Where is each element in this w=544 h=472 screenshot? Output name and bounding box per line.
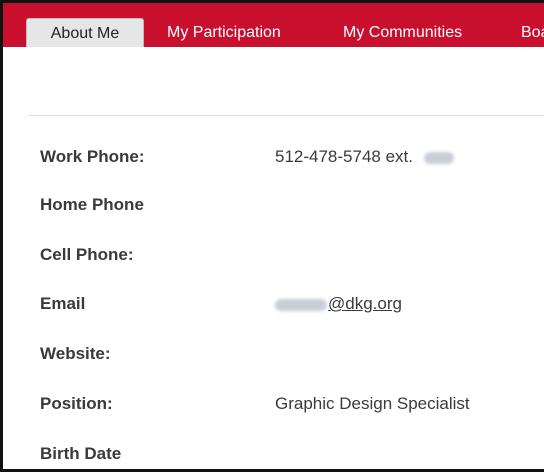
- position-row: Position: Graphic Design Specialist: [3, 389, 544, 419]
- cell-phone-row: Cell Phone:: [3, 240, 544, 270]
- tab-about-me[interactable]: About Me: [26, 18, 144, 47]
- section-divider: [29, 115, 544, 116]
- work-phone-row: Work Phone: 512-478-5748 ext.: [3, 142, 544, 172]
- tab-my-participation[interactable]: My Participation: [167, 18, 281, 47]
- position-value: Graphic Design Specialist: [275, 394, 470, 413]
- birth-date-row: Birth Date: [3, 439, 544, 469]
- home-phone-row: Home Phone: [3, 190, 544, 220]
- work-phone-number: 512-478-5748 ext.: [275, 147, 413, 166]
- website-label: Website:: [40, 344, 111, 363]
- email-link[interactable]: @dkg.org: [328, 294, 402, 313]
- position-label: Position:: [40, 394, 113, 413]
- profile-tab-bar: About Me My Participation My Communities…: [3, 3, 544, 47]
- tab-my-communities[interactable]: My Communities: [343, 18, 462, 47]
- profile-panel: About Me My Participation My Communities…: [0, 0, 544, 472]
- cell-phone-label: Cell Phone:: [40, 245, 134, 264]
- email-row: Email @dkg.org: [3, 289, 544, 319]
- work-phone-value: 512-478-5748 ext.: [275, 142, 454, 172]
- email-value[interactable]: @dkg.org: [275, 289, 402, 319]
- work-phone-label: Work Phone:: [40, 147, 145, 166]
- website-row: Website:: [3, 339, 544, 369]
- tab-boards[interactable]: Boa: [521, 18, 544, 47]
- home-phone-label: Home Phone: [40, 195, 144, 214]
- redacted-extension: [423, 151, 454, 164]
- redacted-email-user: [275, 298, 327, 311]
- birth-date-label: Birth Date: [40, 444, 122, 463]
- email-label: Email: [40, 294, 86, 313]
